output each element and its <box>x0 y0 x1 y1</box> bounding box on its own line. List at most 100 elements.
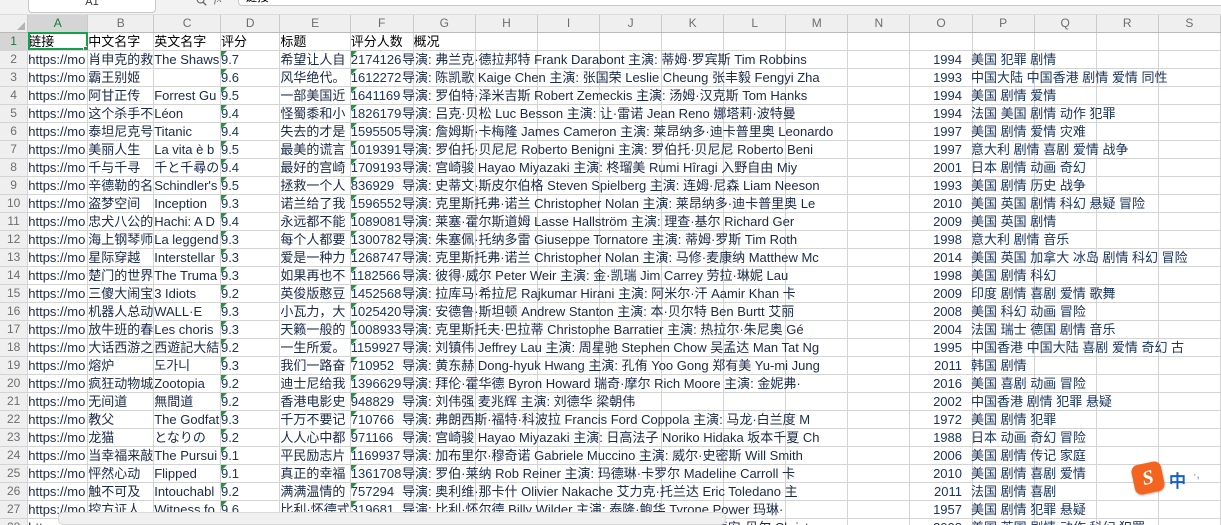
cell-Q15[interactable] <box>1034 284 1097 303</box>
cell-M27[interactable] <box>785 500 849 519</box>
cell-J12[interactable] <box>599 230 663 249</box>
cell-D19[interactable]: 9.3 <box>220 356 281 375</box>
column-header-h[interactable]: H <box>475 15 539 33</box>
cell-L17[interactable] <box>723 320 787 339</box>
cell-C6[interactable]: Titanic <box>153 122 221 141</box>
cell-J1[interactable] <box>599 32 663 51</box>
cell-J22[interactable] <box>599 410 663 429</box>
row-header-26[interactable]: 26 <box>0 482 29 501</box>
cell-N5[interactable] <box>847 104 911 123</box>
cell-E17[interactable]: 天籁一般的 <box>279 320 351 339</box>
row-header-19[interactable]: 19 <box>0 356 29 375</box>
cell-B5[interactable]: 这个杀手不 <box>87 104 155 123</box>
cell-E16[interactable]: 小瓦力，大 <box>279 302 351 321</box>
cell-C4[interactable]: Forrest Gu <box>153 86 221 105</box>
grid-area[interactable]: A B C D E F G H I J K L M N O P Q R S 1 … <box>0 15 1221 525</box>
cell-P26[interactable] <box>972 482 1035 501</box>
cell-K6[interactable] <box>661 122 725 141</box>
cell-L5[interactable] <box>723 104 787 123</box>
cell-B2[interactable]: 肖申克的救 <box>87 50 155 69</box>
cell-H15[interactable] <box>475 284 539 303</box>
cell-I14[interactable] <box>537 266 601 285</box>
cell-L4[interactable] <box>723 86 787 105</box>
cell-P2[interactable] <box>972 50 1035 69</box>
cell-I2[interactable] <box>537 50 601 69</box>
cell-S20[interactable] <box>1158 374 1221 393</box>
cell-N16[interactable] <box>847 302 911 321</box>
cell-B23[interactable]: 龙猫 <box>87 428 155 447</box>
ime-toolbar[interactable]: S 中 ·, <box>1130 460 1219 497</box>
sogou-logo-icon[interactable]: S <box>1130 460 1166 496</box>
cell-Q6[interactable] <box>1034 122 1097 141</box>
cell-M16[interactable] <box>785 302 849 321</box>
cell-K12[interactable] <box>661 230 725 249</box>
cell-R22[interactable] <box>1096 410 1159 429</box>
cell-A6[interactable]: https://mo <box>27 122 89 141</box>
cell-A20[interactable]: https://mo <box>27 374 89 393</box>
cell-G26[interactable] <box>413 482 476 501</box>
cell-R1[interactable] <box>1096 32 1159 51</box>
cell-E11[interactable]: 永远都不能 <box>279 212 351 231</box>
cell-B7[interactable]: 美丽人生 <box>87 140 155 159</box>
row-header-2[interactable]: 2 <box>0 50 29 69</box>
cell-P17[interactable] <box>972 320 1035 339</box>
cell-L15[interactable] <box>723 284 787 303</box>
cell-O23[interactable] <box>909 428 973 447</box>
cell-D10[interactable]: 9.3 <box>220 194 281 213</box>
cell-F21[interactable]: 948829 <box>350 392 414 411</box>
cell-P28[interactable] <box>972 518 1035 525</box>
cell-Q21[interactable] <box>1034 392 1097 411</box>
cell-B16[interactable]: 机器人总动 <box>87 302 155 321</box>
cell-Q1[interactable] <box>1034 32 1097 51</box>
cell-S12[interactable] <box>1158 230 1221 249</box>
cell-R5[interactable] <box>1096 104 1159 123</box>
cell-A5[interactable]: https://mo <box>27 104 89 123</box>
cell-C17[interactable]: Les choris <box>153 320 221 339</box>
cell-S24[interactable] <box>1158 446 1221 465</box>
cell-F23[interactable]: 971166 <box>350 428 414 447</box>
cell-G20[interactable] <box>413 374 476 393</box>
cell-A13[interactable]: https://mo <box>27 248 89 267</box>
cell-N4[interactable] <box>847 86 911 105</box>
cell-O13[interactable] <box>909 248 973 267</box>
cell-C19[interactable]: 도가니 <box>153 356 221 375</box>
cell-D26[interactable]: 9.2 <box>220 482 281 501</box>
cell-K26[interactable] <box>661 482 725 501</box>
cell-F18[interactable]: 1159927 <box>350 338 414 357</box>
cell-O17[interactable] <box>909 320 973 339</box>
cell-P25[interactable] <box>972 464 1035 483</box>
cell-O7[interactable] <box>909 140 973 159</box>
cell-N17[interactable] <box>847 320 911 339</box>
row-header-28[interactable]: 28 <box>0 518 29 525</box>
cell-D12[interactable]: 9.3 <box>220 230 281 249</box>
cell-M21[interactable] <box>785 392 849 411</box>
cell-P11[interactable] <box>972 212 1035 231</box>
cell-K23[interactable] <box>661 428 725 447</box>
cell-D2[interactable]: 9.7 <box>220 50 281 69</box>
cell-I11[interactable] <box>537 212 601 231</box>
cell-F11[interactable]: 1089081 <box>350 212 414 231</box>
cell-A14[interactable]: https://mo <box>27 266 89 285</box>
cell-E10[interactable]: 诺兰给了我 <box>279 194 351 213</box>
cell-J19[interactable] <box>599 356 663 375</box>
cell-C25[interactable]: Flipped <box>153 464 221 483</box>
cell-D13[interactable]: 9.3 <box>220 248 281 267</box>
cell-I23[interactable] <box>537 428 601 447</box>
cell-I8[interactable] <box>537 158 601 177</box>
cell-E8[interactable]: 最好的宫崎 <box>279 158 351 177</box>
cell-A12[interactable]: https://mo <box>27 230 89 249</box>
cell-R8[interactable] <box>1096 158 1159 177</box>
cell-H12[interactable] <box>475 230 539 249</box>
cell-S4[interactable] <box>1158 86 1221 105</box>
cell-F26[interactable]: 757294 <box>350 482 414 501</box>
column-header-o[interactable]: O <box>909 15 973 33</box>
cell-O25[interactable] <box>909 464 973 483</box>
cell-F25[interactable]: 1361708 <box>350 464 414 483</box>
select-all-corner[interactable] <box>0 15 29 33</box>
cell-N6[interactable] <box>847 122 911 141</box>
cell-C1[interactable]: 英文名字 <box>153 32 221 51</box>
cell-I17[interactable] <box>537 320 601 339</box>
cell-L3[interactable] <box>723 68 787 87</box>
column-header-r[interactable]: R <box>1096 15 1159 33</box>
cell-B11[interactable]: 忠犬八公的 <box>87 212 155 231</box>
